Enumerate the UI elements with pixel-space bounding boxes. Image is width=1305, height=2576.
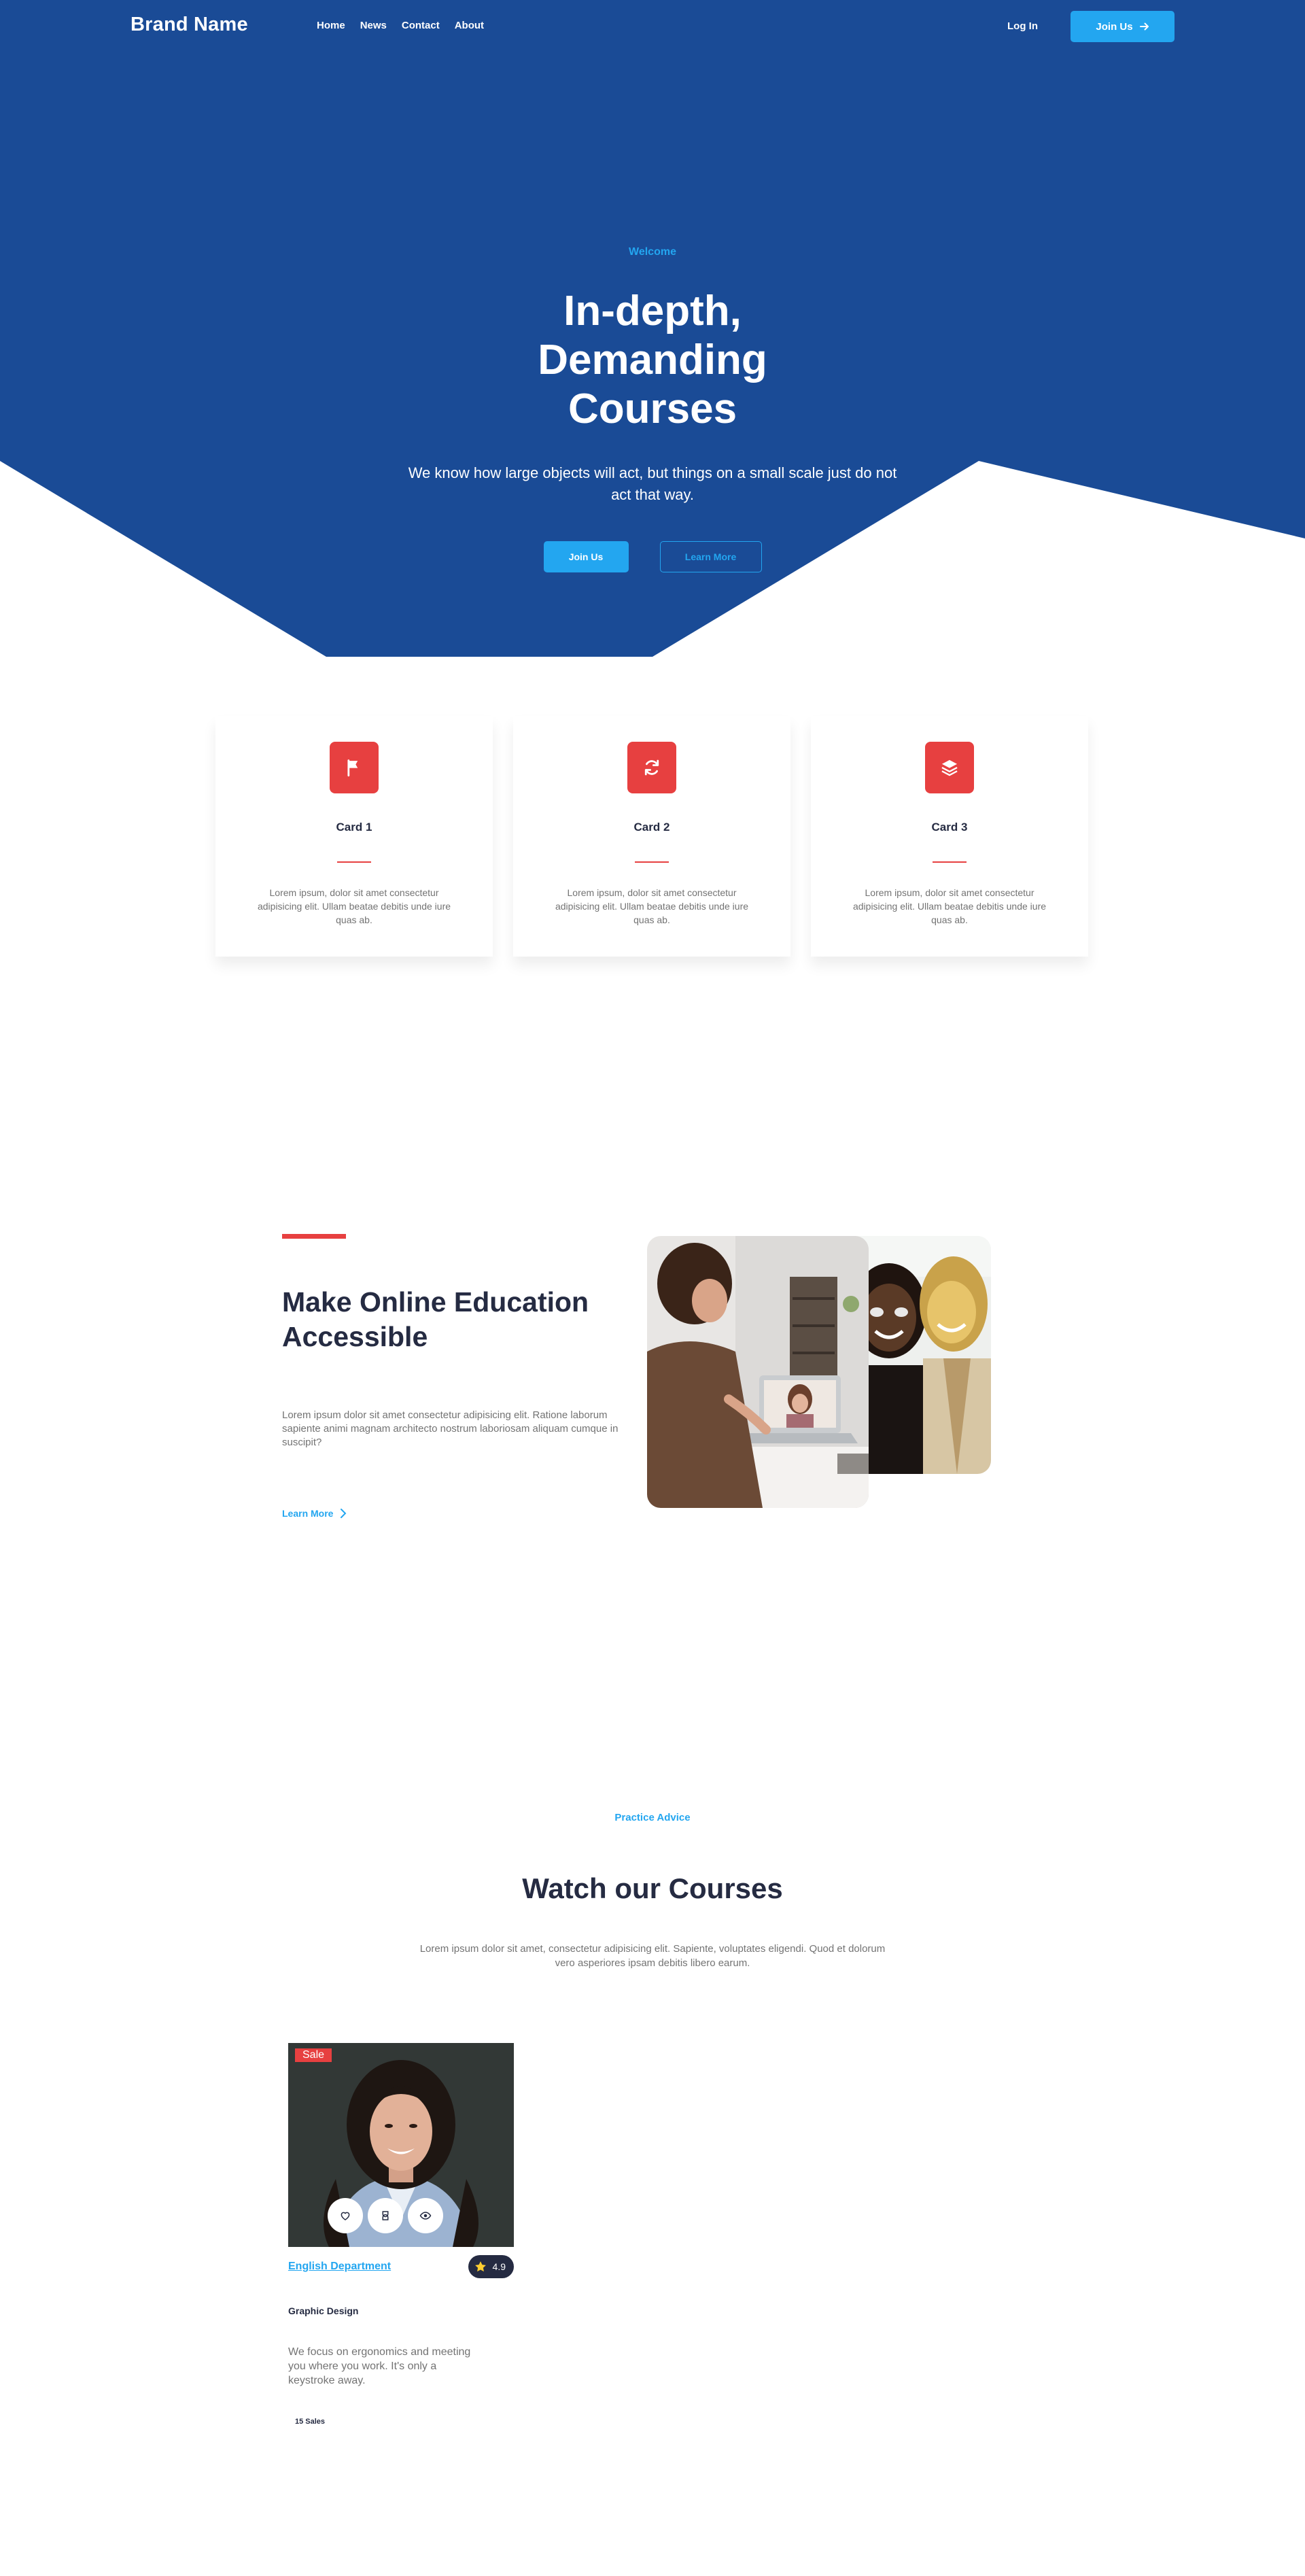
layers-icon [925,742,974,793]
about-text: Lorem ipsum dolor sit amet consectetur a… [282,1409,619,1448]
courses-title: Watch our Courses [522,1872,783,1904]
course-meta: English Department 4.9 [288,2255,514,2278]
nav-link-home[interactable]: Home [317,20,345,31]
navbar: Brand Name Home News Contact About Log I… [0,0,1305,54]
flag-icon [330,742,379,793]
login-link[interactable]: Log In [1007,20,1038,32]
add-to-cart-button[interactable] [368,2198,403,2233]
cart-icon [382,2211,389,2220]
course-department-link[interactable]: English Department [288,2261,391,2273]
course-description: We focus on ergonomics and meeting you w… [288,2346,471,2386]
feature-card-title: Card 1 [336,821,372,834]
eye-icon [419,2212,432,2220]
sale-badge: Sale [295,2048,332,2062]
join-us-nav-button[interactable]: Join Us [1071,11,1174,42]
card-divider [635,861,669,863]
quick-view-button[interactable] [408,2198,443,2233]
about-learn-more-label: Learn More [282,1508,334,1519]
hero-learn-more-button[interactable]: Learn More [659,541,762,572]
chevron-right-icon [341,1509,347,1518]
hero-section: Welcome In-depth, Demanding Courses We k… [381,246,924,572]
feature-card-title: Card 2 [633,821,670,834]
brand-logo[interactable]: Brand Name [130,14,248,36]
courses-header: Practice Advice Watch our Courses Lorem … [381,1812,924,1970]
about-title: Make Online Education Accessible [282,1286,589,1352]
card-divider [337,861,371,863]
course-actions [328,2198,443,2233]
star-icon [474,2261,486,2272]
hero-join-us-button[interactable]: Join Us [543,541,629,572]
hero-text: We know how large objects will act, but … [408,464,897,503]
rating-badge: 4.9 [468,2255,514,2278]
feature-card-text: Lorem ipsum, dolor sit amet consectetur … [257,887,451,925]
course-card[interactable]: Sale English Department 4.9 Graphic Desi… [288,2043,514,2426]
course-sales: 15 Sales [295,2418,326,2426]
feature-card-text: Lorem ipsum, dolor sit amet consectetur … [555,887,749,925]
nav-link-about[interactable]: About [455,20,484,31]
online-class-photo [647,1236,869,1508]
feature-cards: Card 1 Lorem ipsum, dolor sit amet conse… [215,716,1088,957]
nav-link-contact[interactable]: Contact [402,20,440,31]
hero-eyebrow: Welcome [629,246,676,258]
feature-card: Card 1 Lorem ipsum, dolor sit amet conse… [215,716,493,957]
join-us-nav-label: Join Us [1096,20,1133,33]
courses-text: Lorem ipsum dolor sit amet, consectetur … [419,1943,886,1969]
favorite-button[interactable] [328,2198,363,2233]
course-image: Sale [288,2043,514,2247]
nav-link-news[interactable]: News [360,20,387,31]
arrow-right-icon [1139,22,1149,31]
feature-card-text: Lorem ipsum, dolor sit amet consectetur … [852,887,1047,925]
hero-buttons: Join Us Learn More [381,541,924,572]
courses-eyebrow: Practice Advice [614,1812,691,1823]
course-name: Graphic Design [288,2305,359,2316]
nav-links: Home News Contact About [317,20,484,31]
section-accent-bar [282,1234,346,1239]
rating-value: 4.9 [492,2261,506,2272]
refresh-icon [627,742,676,793]
heart-icon [341,2212,350,2220]
feature-card: Card 2 Lorem ipsum, dolor sit amet conse… [513,716,790,957]
feature-card: Card 3 Lorem ipsum, dolor sit amet conse… [811,716,1088,957]
card-divider [933,861,967,863]
hero-title: In-depth, Demanding Courses [538,288,767,432]
about-learn-more-link[interactable]: Learn More [282,1508,347,1519]
feature-card-title: Card 3 [931,821,968,834]
